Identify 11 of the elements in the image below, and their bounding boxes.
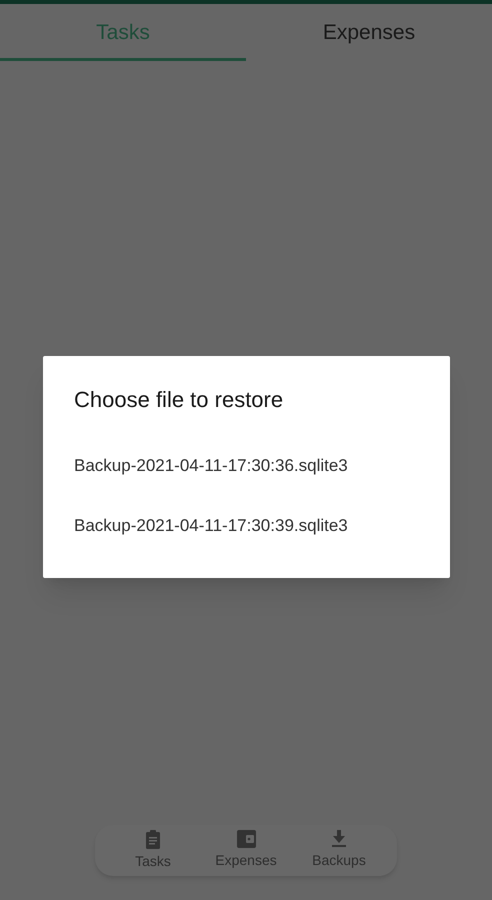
- nav-item[interactable]: Expenses: [204, 830, 288, 871]
- file-option[interactable]: Backup-2021-04-11-17:30:36.sqlite3: [74, 436, 419, 496]
- nav-item[interactable]: Tasks: [110, 829, 196, 872]
- nav-item[interactable]: Backups: [296, 830, 382, 871]
- tab[interactable]: Tasks: [0, 4, 246, 61]
- download-icon: [331, 830, 347, 848]
- wallet-icon: [236, 830, 256, 848]
- file-option[interactable]: Backup-2021-04-11-17:30:39.sqlite3: [74, 496, 419, 556]
- clipboard-icon: [145, 829, 161, 849]
- tab[interactable]: Expenses: [246, 4, 492, 61]
- dialog-title: Choose file to restore: [74, 386, 284, 414]
